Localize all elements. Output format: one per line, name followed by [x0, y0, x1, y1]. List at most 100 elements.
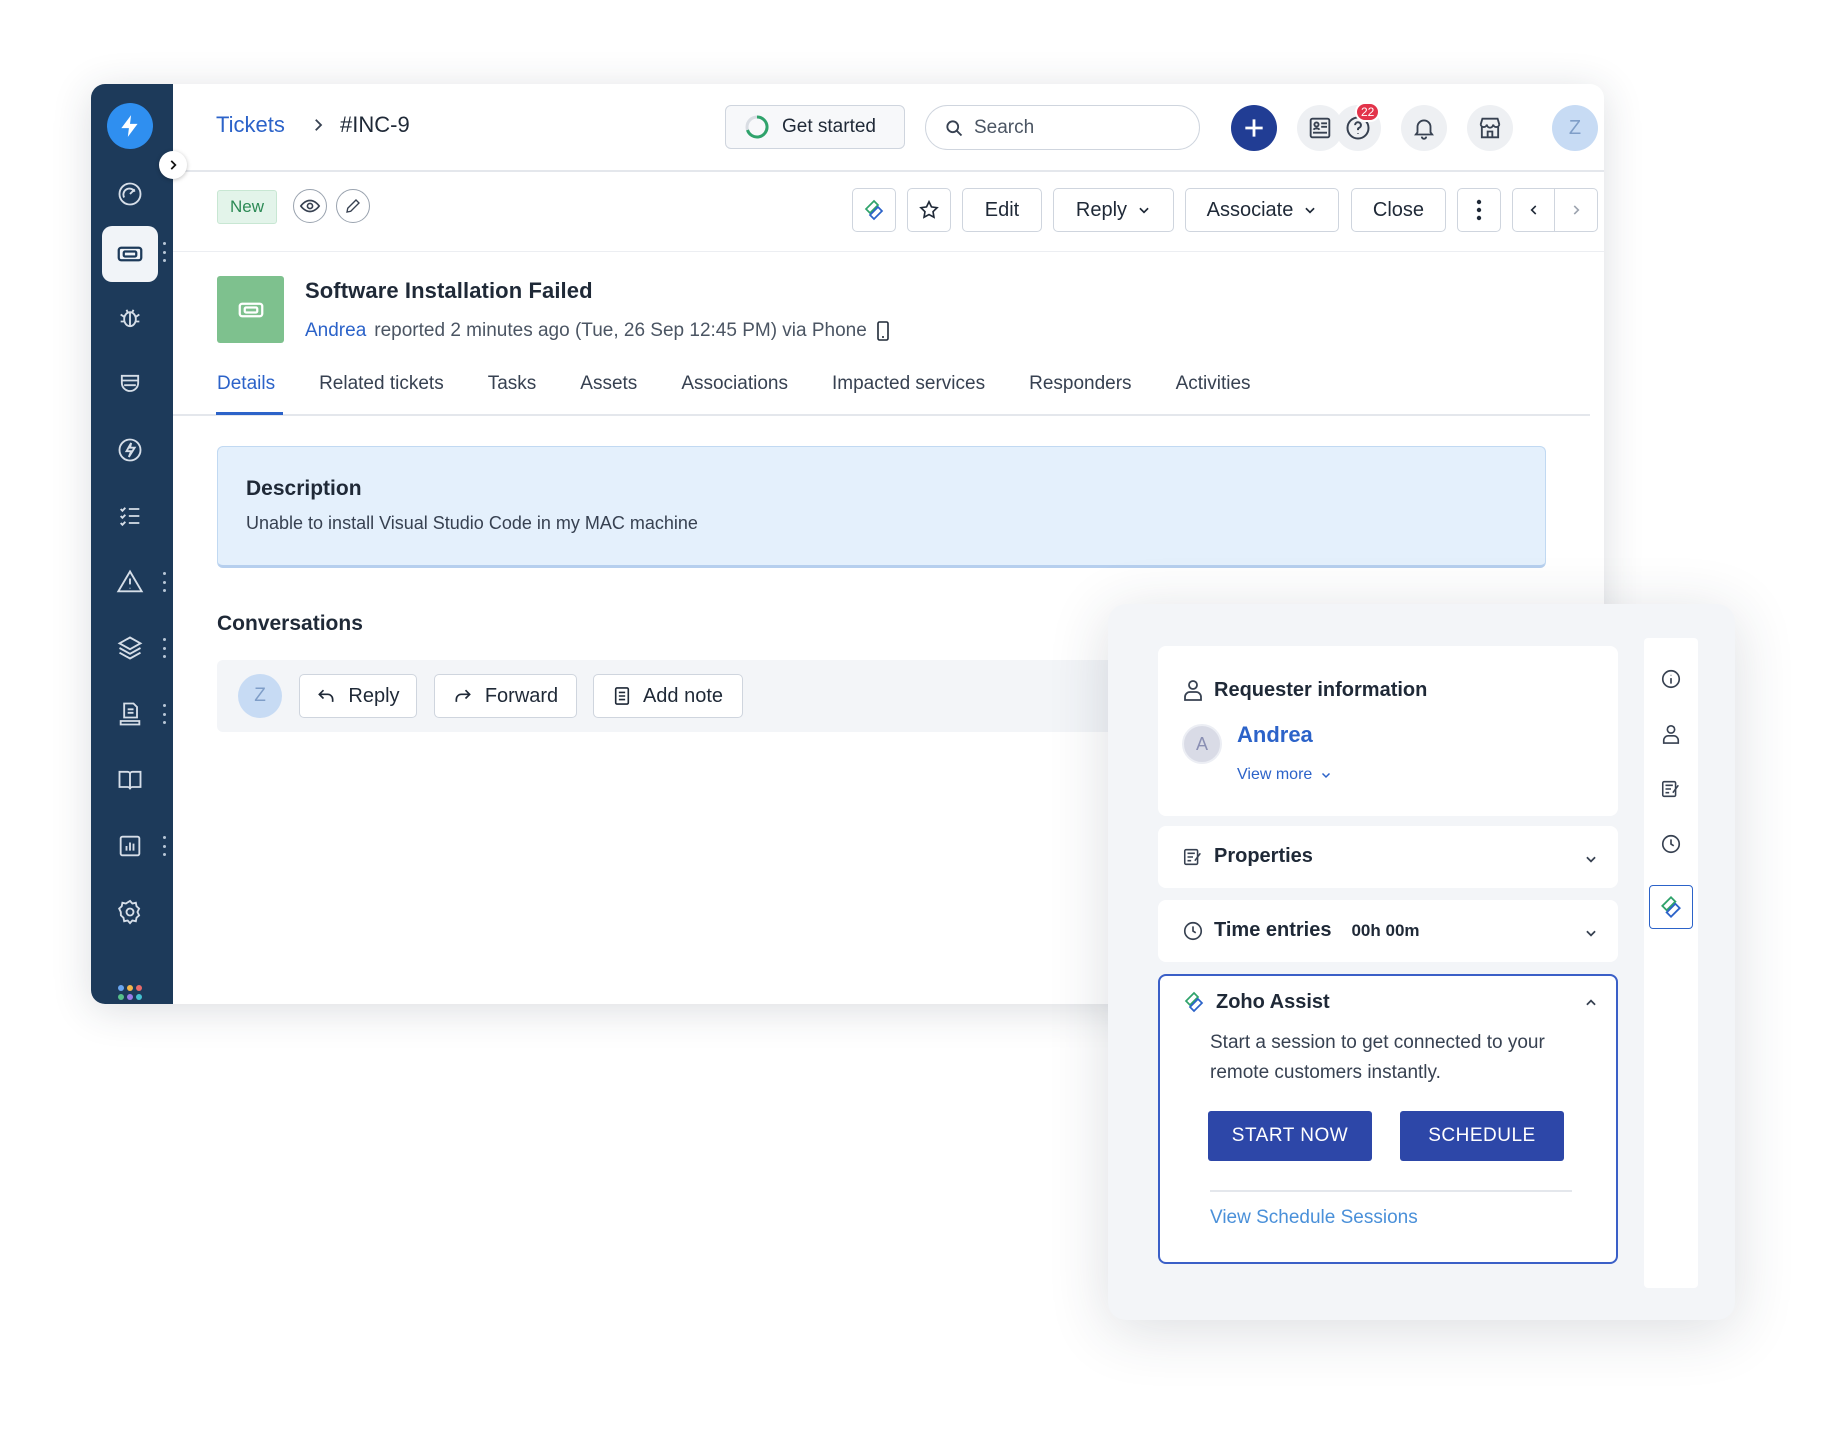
properties-edit-icon: [1661, 780, 1679, 798]
active-tab-indicator: [216, 412, 283, 415]
add-note-button[interactable]: Add note: [593, 674, 743, 718]
requester-link[interactable]: Andrea: [305, 320, 366, 342]
ticket-type-icon: [217, 276, 284, 343]
search-input[interactable]: Search: [925, 105, 1200, 150]
rail-zoho-assist-button[interactable]: [1649, 885, 1693, 929]
assets-more-dots[interactable]: [161, 638, 167, 658]
sidebar-item-reports[interactable]: [102, 818, 158, 874]
zoho-assist-action-button[interactable]: [852, 188, 896, 232]
reply-label: Reply: [1075, 198, 1128, 221]
chevron-left-icon: [1530, 205, 1536, 215]
view-more-link[interactable]: View more: [1237, 766, 1332, 784]
sidebar-item-tasks[interactable]: [102, 488, 158, 544]
new-item-button[interactable]: [1231, 105, 1277, 151]
app-logo-bolt-icon[interactable]: [107, 103, 153, 149]
ticket-pager: [1512, 188, 1598, 232]
description-text: Unable to install Visual Studio Code in …: [246, 513, 698, 533]
tab-related-tickets[interactable]: Related tickets: [319, 369, 444, 417]
vertical-dots-icon: [1476, 199, 1482, 221]
view-schedule-sessions-link[interactable]: View Schedule Sessions: [1210, 1207, 1418, 1229]
time-entries-header: Time entries 00h 00m: [1182, 919, 1420, 942]
tickets-more-dots[interactable]: [161, 242, 167, 262]
edit-button[interactable]: Edit: [962, 188, 1042, 232]
description-title: Description: [246, 477, 362, 500]
zoho-assist-header[interactable]: Zoho Assist: [1182, 990, 1330, 1014]
contracts-more-dots[interactable]: [161, 704, 167, 724]
sidebar-item-changes[interactable]: [102, 356, 158, 412]
tab-details[interactable]: Details: [217, 369, 275, 417]
properties-section[interactable]: Properties: [1158, 826, 1618, 888]
add-note-label: Add note: [642, 684, 724, 707]
schedule-button[interactable]: SCHEDULE: [1400, 1111, 1564, 1161]
sidebar-item-solutions[interactable]: [102, 752, 158, 808]
reply-dropdown-button[interactable]: Reply: [1053, 188, 1174, 232]
sidebar-item-releases[interactable]: [102, 422, 158, 478]
bug-icon: [120, 309, 140, 328]
alerts-more-dots[interactable]: [161, 572, 167, 592]
tab-associations[interactable]: Associations: [681, 369, 788, 417]
info-icon: [1661, 669, 1681, 689]
sidebar-item-tickets[interactable]: [102, 226, 158, 282]
rail-info-button[interactable]: [1652, 660, 1690, 698]
plus-icon: [1245, 119, 1263, 137]
reports-more-dots[interactable]: [161, 836, 167, 856]
time-entries-label: Time entries: [1214, 919, 1332, 941]
breadcrumb-separator-icon: [309, 114, 327, 136]
pencil-icon: [346, 199, 360, 213]
conversation-forward-button[interactable]: Forward: [434, 674, 577, 718]
sidebar-item-contracts[interactable]: [102, 686, 158, 742]
sidebar-item-admin[interactable]: [102, 884, 158, 940]
user-avatar[interactable]: Z: [1552, 105, 1598, 151]
tab-impacted-services[interactable]: Impacted services: [832, 369, 985, 417]
chevron-up-icon[interactable]: [1584, 996, 1598, 1010]
requester-avatar: A: [1182, 724, 1222, 764]
watch-button[interactable]: [293, 189, 327, 223]
requester-name-link[interactable]: Andrea: [1237, 722, 1313, 748]
favorite-button[interactable]: [907, 188, 951, 232]
requester-info-heading: Requester information: [1214, 678, 1428, 701]
app-switcher-dots-icon[interactable]: [117, 984, 143, 1000]
sidebar-expand-button[interactable]: [159, 151, 187, 179]
tab-assets[interactable]: Assets: [580, 369, 637, 417]
sidebar-item-alerts[interactable]: [102, 554, 158, 610]
more-actions-button[interactable]: [1457, 188, 1501, 232]
associate-dropdown-button[interactable]: Associate: [1185, 188, 1339, 232]
status-badge[interactable]: New: [217, 190, 277, 224]
conversations-title: Conversations: [217, 612, 363, 635]
breadcrumb-tickets-link[interactable]: Tickets: [216, 112, 285, 138]
bell-icon: [1414, 119, 1434, 140]
next-ticket-button[interactable]: [1555, 189, 1597, 231]
description-box: Description Unable to install Visual Stu…: [217, 446, 1546, 568]
sidebar-item-dashboard[interactable]: [102, 166, 158, 222]
close-ticket-button[interactable]: Close: [1351, 188, 1446, 232]
conversation-reply-button[interactable]: Reply: [299, 674, 417, 718]
sidebar-item-problems[interactable]: [102, 290, 158, 346]
previous-ticket-button[interactable]: [1513, 189, 1556, 231]
rail-requester-button[interactable]: [1652, 715, 1690, 753]
quick-edit-button[interactable]: [336, 189, 370, 223]
notifications-button[interactable]: [1401, 105, 1447, 151]
help-notification-badge: 22: [1355, 102, 1381, 122]
requester-info-header: Requester information: [1182, 678, 1427, 702]
sidebar-item-assets[interactable]: [102, 620, 158, 676]
checklist-icon: [120, 507, 140, 527]
marketplace-button[interactable]: [1467, 105, 1513, 151]
rail-time-entries-button[interactable]: [1652, 825, 1690, 863]
ticket-meta: Andrea reported 2 minutes ago (Tue, 26 S…: [305, 320, 891, 342]
properties-edit-icon: [1183, 848, 1201, 865]
time-entries-section[interactable]: Time entries 00h 00m: [1158, 900, 1618, 962]
tab-responders[interactable]: Responders: [1029, 369, 1131, 417]
rail-properties-button[interactable]: [1652, 770, 1690, 808]
forward-label: Forward: [484, 684, 559, 707]
dashboard-gauge-icon: [118, 182, 142, 206]
conversation-user-avatar: Z: [238, 674, 282, 718]
tab-activities[interactable]: Activities: [1176, 369, 1251, 417]
tab-tasks[interactable]: Tasks: [488, 369, 537, 417]
progress-ring-icon: [745, 115, 769, 139]
start-now-button[interactable]: START NOW: [1208, 1111, 1372, 1161]
ticket-icon: [238, 302, 263, 317]
sidebar: [91, 84, 173, 1004]
get-started-button[interactable]: Get started: [725, 105, 905, 149]
phone-icon: [877, 321, 889, 341]
properties-header: Properties: [1182, 845, 1313, 868]
